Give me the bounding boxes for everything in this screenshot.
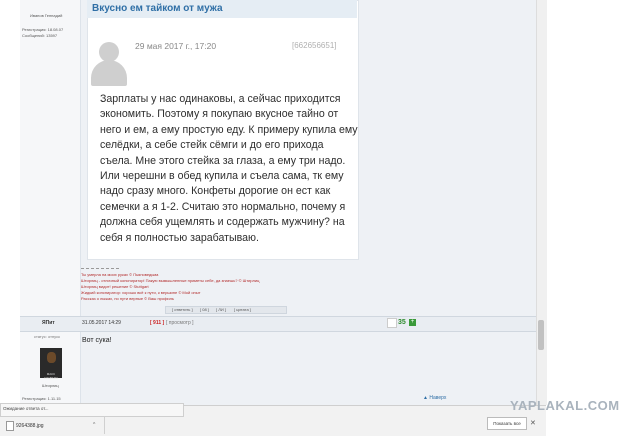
- user-messages: Сообщений: 13597: [22, 33, 58, 38]
- vote-minus-button[interactable]: [387, 318, 397, 328]
- download-separator: [104, 416, 105, 434]
- story-date: 29 мая 2017 г., 17:20: [135, 41, 217, 51]
- user-rating[interactable]: [ 911 ]: [150, 320, 164, 326]
- story-title: Вкусно ем тайком от мужа: [92, 3, 223, 14]
- signature-line: Рассказ о лыжах, по пути верные © Ваш пр…: [81, 296, 175, 301]
- user-registered: Регистрация: 18.08.07: [22, 27, 64, 32]
- action-link[interactable]: [ ЛИ ]: [216, 307, 226, 312]
- post-text: Вот сука!: [82, 337, 112, 344]
- site-watermark: YAPLAKAL.COM: [510, 398, 620, 413]
- post-author[interactable]: ЯПит: [42, 320, 55, 326]
- user-status: статус: отпуск: [34, 334, 60, 339]
- story-text: Зарплаты у нас одинаковы, а сейчас прихо…: [100, 93, 358, 244]
- download-file-name[interactable]: 9264388.jpg: [16, 423, 44, 429]
- action-link[interactable]: [ 08 ]: [200, 307, 209, 312]
- story-id: [662656651]: [292, 41, 337, 50]
- file-icon: [6, 421, 14, 431]
- left-column: [20, 0, 81, 405]
- anonymous-avatar-icon: [99, 42, 119, 62]
- signature-separator: [81, 268, 119, 269]
- quote-link[interactable]: [ цитата ]: [234, 307, 251, 312]
- status-text: Ожидание ответа от...: [3, 406, 49, 411]
- user-name-top[interactable]: Иванов Геннадий: [30, 13, 62, 18]
- chevron-up-icon[interactable]: ^: [93, 422, 95, 428]
- avatar-caption: МАКС СЛАВЬЯН: [43, 372, 59, 380]
- show-all-button[interactable]: Показать все: [487, 417, 527, 430]
- back-to-top-link[interactable]: ▲ Наверх: [423, 395, 446, 401]
- reply-link[interactable]: [ ответить ]: [172, 307, 193, 312]
- post-date: 31.05.2017 14:29: [82, 320, 121, 326]
- scrollbar-thumb[interactable]: [538, 320, 544, 350]
- post-score: 35: [398, 319, 406, 326]
- user-registered: Регистрация: 1.11.15: [22, 396, 61, 401]
- close-icon[interactable]: ✕: [530, 419, 536, 427]
- vote-plus-button[interactable]: +: [409, 319, 416, 326]
- avatar-face: [47, 352, 56, 363]
- user-title: Штирлиц: [42, 383, 59, 388]
- rating-view-link[interactable]: [ просмотр ]: [166, 320, 194, 326]
